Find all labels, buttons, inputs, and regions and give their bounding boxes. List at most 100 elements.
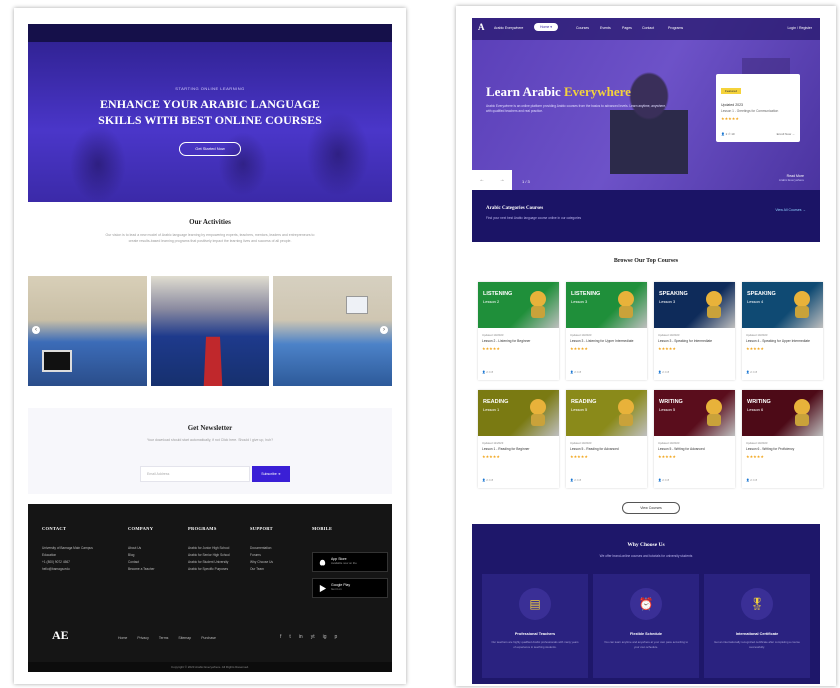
hero-section: A Arabic Everywhere Home ▾ Courses Event… [472, 18, 820, 190]
course-lesson-label: Lesson 1 [483, 407, 500, 412]
google-play-button[interactable]: Google Play Get it on [312, 578, 388, 598]
activities-gallery: ‹ › [28, 276, 393, 386]
view-courses-button[interactable]: View Courses [622, 502, 680, 514]
hero-banner: STARTING ONLINE LEARNING ENHANCE YOUR AR… [28, 24, 392, 202]
nav-programs[interactable]: Programs [668, 26, 683, 30]
site-footer: CONTACT University of Bamaga Main Campus… [28, 504, 392, 672]
footer-bottom-link[interactable]: Purchase [201, 636, 216, 640]
footer-link[interactable]: Our Team [250, 566, 273, 573]
course-skill: WRITING Lesson 5 [659, 399, 683, 414]
twitter-icon[interactable]: t [289, 634, 290, 640]
hero-lead: Arabic Everywhere is an online platform … [486, 104, 667, 113]
instagram-icon[interactable]: ig [323, 634, 327, 640]
course-rating: ★★★★★ [570, 453, 588, 459]
nav-events[interactable]: Events [600, 26, 611, 30]
pinterest-icon[interactable]: p [334, 634, 337, 640]
course-grid: LISTENING Lesson 2 Updated 10/2023 Lesson 2… [478, 282, 823, 488]
footer-link[interactable]: Arabic for Junior High School [188, 545, 230, 552]
footer-bottom-link[interactable]: Home [118, 636, 127, 640]
facebook-icon[interactable]: f [280, 634, 281, 640]
course-card[interactable]: WRITING Lesson 5 Updated 10/2023 Lesson 5 -… [654, 390, 735, 488]
book-icon: ▤ [519, 588, 551, 620]
footer-heading: SUPPORT [250, 526, 273, 531]
course-skill: SPEAKING Lesson 3 [659, 291, 688, 306]
medal-icon: 🎖 [741, 588, 773, 620]
course-lesson-label: Lesson 5 [659, 407, 676, 412]
course-skill-label: WRITING [659, 399, 683, 405]
course-rating: ★★★★★ [482, 345, 500, 351]
footer-link[interactable]: Blog [128, 552, 155, 559]
course-title[interactable]: Lesson 2 - Listening for Beginner [482, 339, 555, 344]
course-lesson-label: Lesson 5 [571, 407, 588, 412]
course-updated: Updated 10/2023 [482, 333, 504, 337]
whiteboard [346, 296, 369, 314]
brand-name[interactable]: Arabic Everywhere [494, 26, 523, 30]
course-illustration-icon [794, 399, 810, 426]
course-thumbnail: LISTENING Lesson 3 [566, 282, 647, 328]
course-card[interactable]: SPEAKING Lesson 4 Updated 10/2023 Lesson 4 … [742, 282, 823, 380]
course-lesson-label: Lesson 3 [659, 299, 676, 304]
course-card[interactable]: SPEAKING Lesson 3 Updated 10/2023 Lesson 3 … [654, 282, 735, 380]
nav-pages[interactable]: Pages [622, 26, 632, 30]
nav-home[interactable]: Home ▾ [534, 23, 559, 31]
course-title[interactable]: Lesson 3 - Speaking for Intermediate [658, 339, 731, 344]
nav-courses[interactable]: Courses [576, 26, 589, 30]
course-card[interactable]: READING Lesson 5 Updated 10/2023 Lesson 5 -… [566, 390, 647, 488]
course-card[interactable]: LISTENING Lesson 3 Updated 10/2023 Lesson 3… [566, 282, 647, 380]
course-skill-label: READING [483, 399, 509, 405]
course-rating: ★★★★★ [746, 453, 764, 459]
footer-link[interactable]: About Us [128, 545, 155, 552]
course-title[interactable]: Lesson 6 - Writing for Proficiency [746, 447, 819, 452]
footer-link[interactable]: Arabic for Student University [188, 559, 230, 566]
course-illustration-icon [794, 291, 810, 318]
footer-bottom-link[interactable]: Terms [159, 636, 169, 640]
course-illustration-icon [618, 291, 634, 318]
course-title[interactable]: Lesson 4 - Speaking for Upper Intermedia… [746, 339, 819, 344]
featured-course-card[interactable]: Featured Updated 2023 Lesson 1 - Greetin… [716, 74, 800, 142]
footer-link[interactable]: Arabic for Specific Purposes [188, 566, 230, 573]
course-rating: ★★★★★ [658, 345, 676, 351]
subscribe-button[interactable]: Subscribe ➔ [252, 466, 290, 482]
login-register-link[interactable]: Login / Register [787, 26, 812, 30]
footer-link[interactable]: Contact [128, 559, 155, 566]
footer-link[interactable]: hello@bamaga.edu [42, 566, 93, 573]
get-started-button[interactable]: Get Started Now [179, 142, 241, 156]
youtube-icon[interactable]: yt [311, 634, 315, 640]
course-title[interactable]: Lesson 5 - Writing for Advanced [658, 447, 731, 452]
course-card[interactable]: READING Lesson 1 Updated 11/2023 Lesson 1 -… [478, 390, 559, 488]
footer-bottom-link[interactable]: Sitemap [178, 636, 191, 640]
footer-link[interactable]: Forums [250, 552, 273, 559]
why-title: Why Choose Us [627, 542, 665, 548]
gallery-next-icon[interactable]: › [380, 326, 388, 334]
footer-link[interactable]: Arabic for Senior High School [188, 552, 230, 559]
course-skill: READING Lesson 5 [571, 399, 596, 414]
footer-link[interactable]: Become a Teacher [128, 566, 155, 573]
feature-box-schedule: ⏰ Flexible Schedule You can learn anytim… [593, 574, 699, 678]
site-logo-icon[interactable]: A [478, 22, 490, 35]
course-illustration-icon [618, 399, 634, 426]
linkedin-icon[interactable]: in [299, 634, 303, 640]
course-title[interactable]: Lesson 1 - Reading for Beginner [482, 447, 555, 452]
card-enroll-link[interactable]: Enroll Now → [777, 132, 795, 136]
course-rating: ★★★★★ [570, 345, 588, 351]
read-more-link[interactable]: Read More Arabic Everywhere [779, 174, 804, 182]
view-all-courses-link[interactable]: View All Courses → [775, 208, 806, 212]
card-course-name: Lesson 1 - Greetings for Communication [721, 109, 779, 113]
footer-link[interactable]: Why Choose Us [250, 559, 273, 566]
footer-logo[interactable]: AE [52, 628, 72, 648]
footer-link[interactable]: +1 (800) 9072 4567 [42, 559, 93, 566]
course-title[interactable]: Lesson 3 - Listening for Upper Intermedi… [570, 339, 643, 344]
newsletter-email-input[interactable]: Email Address [140, 466, 250, 482]
card-updated: Updated 2023 [721, 103, 743, 107]
course-title[interactable]: Lesson 5 - Reading for Advanced [570, 447, 643, 452]
why-subtitle: We offer brand-online courses and tutori… [599, 554, 693, 558]
course-card[interactable]: WRITING Lesson 6 Updated 10/2023 Lesson 6 -… [742, 390, 823, 488]
app-store-button[interactable]: App Store Available now on the [312, 552, 388, 572]
footer-bottom-link[interactable]: Privacy [137, 636, 148, 640]
course-card[interactable]: LISTENING Lesson 2 Updated 10/2023 Lesson 2… [478, 282, 559, 380]
slider-next-icon[interactable]: → [500, 177, 505, 183]
footer-link[interactable]: Documentation [250, 545, 273, 552]
slider-prev-icon[interactable]: ← [480, 177, 485, 183]
gallery-prev-icon[interactable]: ‹ [32, 326, 40, 334]
nav-contact[interactable]: Contact [642, 26, 654, 30]
